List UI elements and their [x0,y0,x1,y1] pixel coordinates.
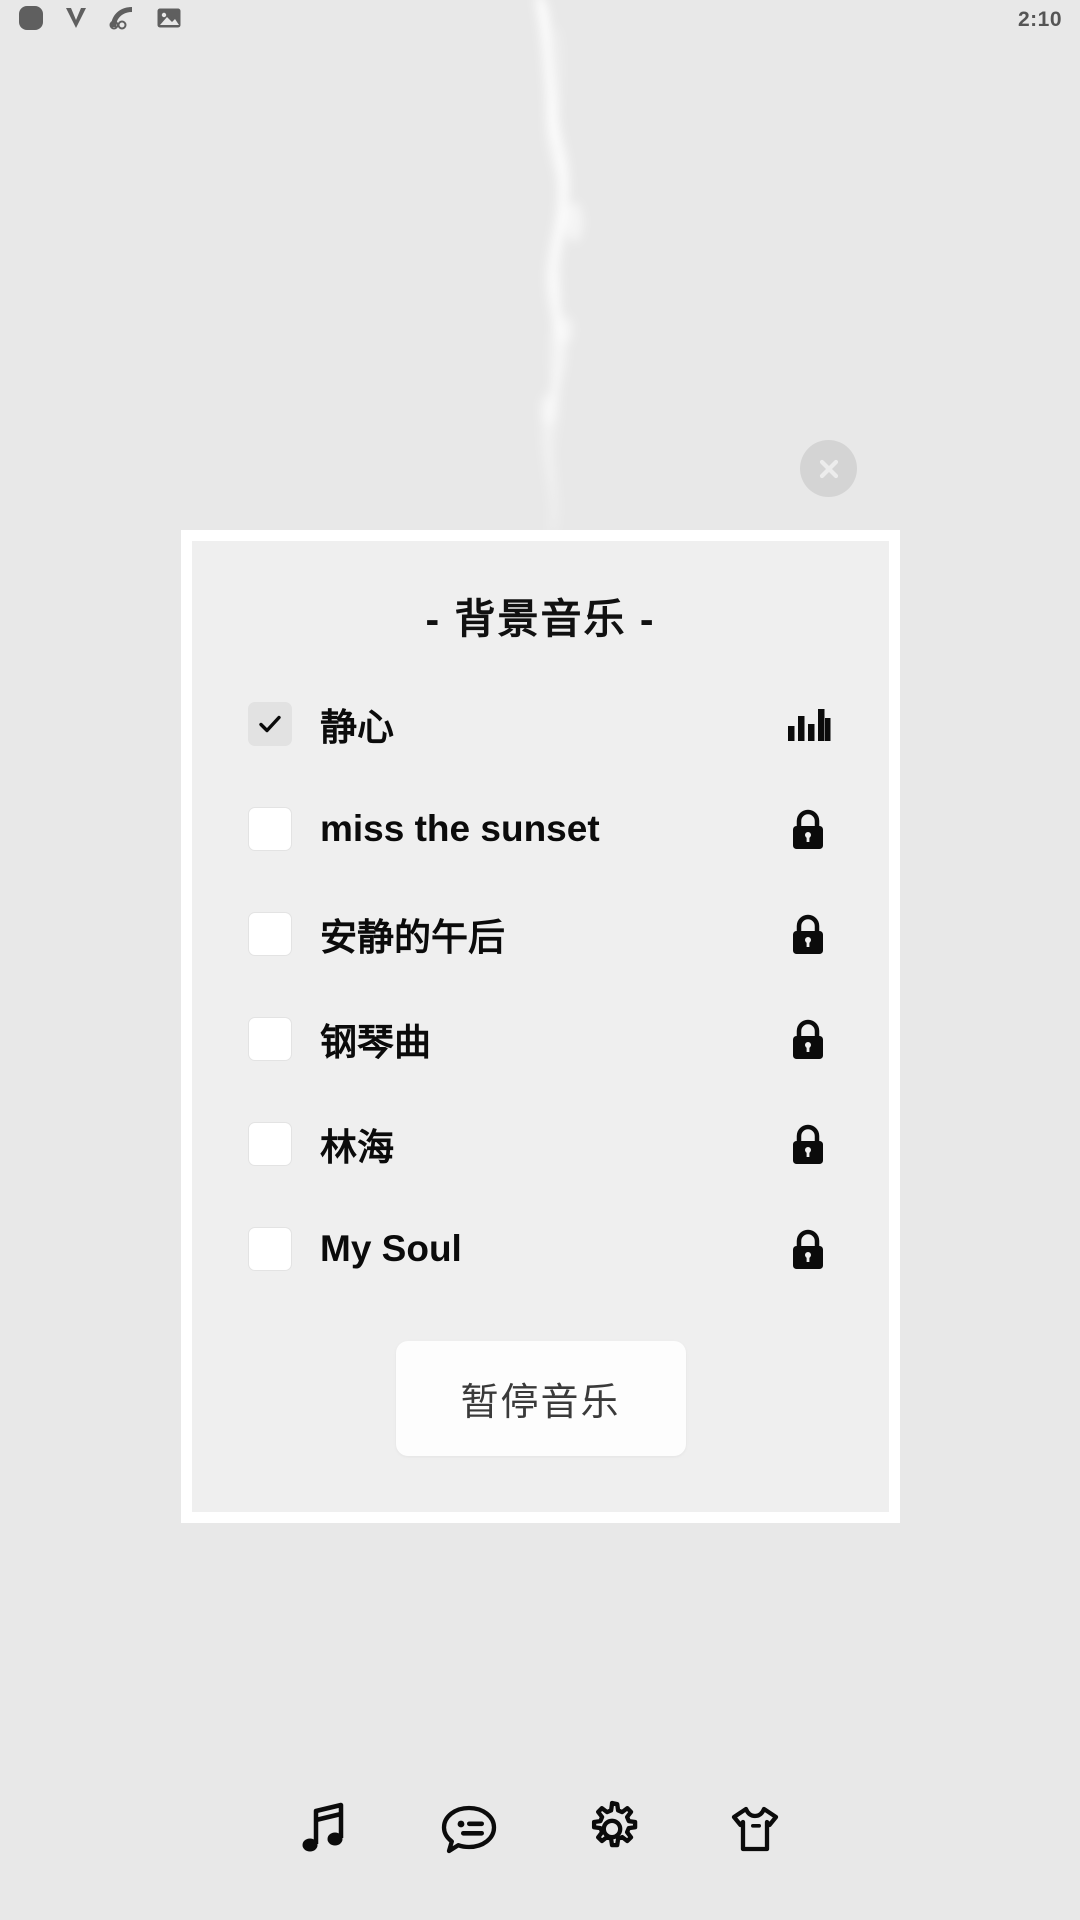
chat-bubble-icon [441,1805,496,1854]
photo-icon [156,6,182,35]
dialog-inner-panel: - 背景音乐 - 静心 miss the sunset 安静的午后 钢琴曲 林海… [192,541,889,1512]
track-row[interactable]: 安静的午后 [248,881,832,986]
nav-music-button[interactable] [291,1794,361,1864]
tshirt-icon [731,1806,778,1852]
track-label: 安静的午后 [320,916,505,958]
lock-icon [784,910,832,958]
track-label: My Soul [320,1227,462,1269]
dialog-title: - 背景音乐 - [425,596,656,642]
gear-icon [591,1800,637,1848]
lock-icon [784,1120,832,1168]
track-row[interactable]: 钢琴曲 [248,986,832,1091]
track-checkbox[interactable] [248,1226,292,1271]
track-checkbox[interactable] [248,911,292,956]
satellite-dish-icon [108,5,136,36]
music-note-icon [302,1802,343,1852]
background-music-dialog: - 背景音乐 - 静心 miss the sunset 安静的午后 钢琴曲 林海… [181,530,900,1523]
lock-icon [784,1225,832,1273]
check-icon [259,715,281,732]
nav-settings-button[interactable] [577,1794,647,1864]
track-label: miss the sunset [320,807,600,849]
track-row[interactable]: miss the sunset [248,776,832,881]
bottom-navigation-bar [0,1794,1080,1864]
track-row[interactable]: 静心 [248,671,832,776]
track-checkbox[interactable] [248,701,292,746]
track-checkbox[interactable] [248,1121,292,1166]
dialog-action-row: 暂停音乐 [192,1341,889,1456]
equalizer-icon [784,700,832,748]
track-row[interactable]: My Soul [248,1196,832,1301]
track-row[interactable]: 林海 [248,1091,832,1196]
track-label: 钢琴曲 [320,1021,431,1063]
nav-chat-button[interactable] [434,1794,504,1864]
lock-icon [784,1015,832,1063]
status-bar: 2:10 [0,0,1080,40]
track-label: 静心 [320,706,394,748]
close-icon [819,459,838,478]
pause-music-button[interactable]: 暂停音乐 [395,1341,686,1456]
rounded-square-icon [18,5,44,36]
status-bar-time: 2:10 [1017,8,1062,31]
track-checkbox[interactable] [248,806,292,851]
close-dialog-button[interactable] [800,440,857,497]
track-list: 静心 miss the sunset 安静的午后 钢琴曲 林海 My Soul [192,671,889,1301]
status-bar-icons [18,5,182,36]
track-checkbox[interactable] [248,1016,292,1061]
track-label: 林海 [320,1126,394,1168]
nav-wardrobe-button[interactable] [720,1794,790,1864]
lock-icon [784,805,832,853]
v-letter-icon [64,5,88,36]
